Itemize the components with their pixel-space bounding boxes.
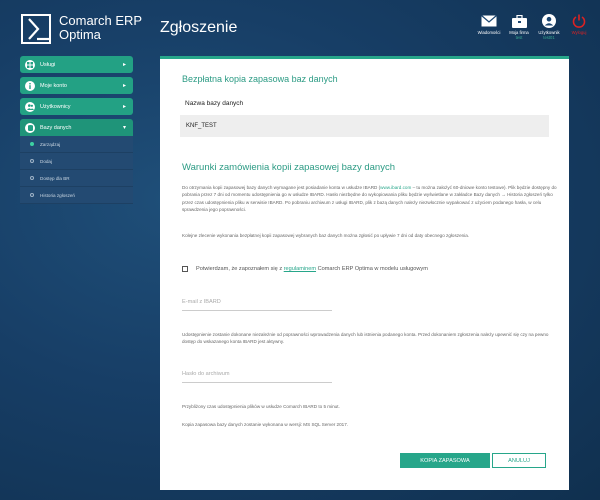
submenu-item-label: Dodaj [40,158,53,164]
submenu-item-dostep-dla-br[interactable]: Dostęp dla BR [20,170,133,187]
password-placeholder: Hasło do archiwum [182,371,230,377]
bullet-icon [30,176,34,180]
sidebar-item-label: Użytkownicy [40,103,71,110]
terms-link[interactable]: regulaminem [284,266,316,272]
company-sub: test [515,35,523,40]
backup-button[interactable]: KOPIA ZAPASOWA [400,453,490,468]
sidebar-item-label: Moje konto [40,82,67,89]
chevron-right-icon: ▸ [122,83,126,89]
sidebar: Usługi ▸ Moje konto ▸ Użytkownicy ▸ Bazy… [20,56,133,204]
cancel-button[interactable]: ANULUJ [492,453,546,468]
sidebar-submenu: Zarządzaj Dodaj Dostęp dla BR Historia z… [20,136,133,204]
submenu-item-historia[interactable]: Historia zgłoszeń [20,187,133,204]
main-panel: Bezpłatna kopia zapasowa baz danych Nazw… [160,56,569,490]
grid-icon [25,59,35,70]
section-title-conditions: Warunki zamówienia kopii zapasowej bazy … [182,162,395,173]
paragraph-version: Kopia zapasowa bazy danych zostanie wyko… [182,422,349,427]
company-button[interactable]: Moja firma test [504,12,534,40]
sidebar-item-label: Bazy danych [40,124,72,131]
submenu-item-zarzadzaj[interactable]: Zarządzaj [20,136,133,153]
paragraph-requirements: Do otrzymania kopii zapasowej bazy danyc… [182,184,557,214]
bullet-icon [30,142,34,146]
user-icon [534,12,564,30]
info-icon [25,80,35,91]
sidebar-item-bazy-danych[interactable]: Bazy danych ▾ [20,119,133,136]
section-title-backup: Bezpłatna kopia zapasowa baz danych [182,74,338,84]
password-field[interactable]: Hasło do archiwum [182,371,332,383]
submenu-item-label: Dostęp dla BR [40,175,70,181]
text: Do otrzymania kopii zapasowej bazy danyc… [182,185,381,190]
submenu-item-dodaj[interactable]: Dodaj [20,153,133,170]
power-icon [564,12,594,30]
page-title: Zgłoszenie [160,19,238,36]
brand-line1: Comarch ERP [59,13,143,28]
messages-label: Wiadomości [477,30,501,35]
user-button[interactable]: Użytkownik test01 [534,12,564,40]
table-header: Nazwa bazy danych [185,100,244,107]
terms-text-b: Comarch ERP Optima w modelu usługowym [317,266,428,272]
envelope-icon [474,12,504,30]
paragraph-disclaimer: Udostępnienie zostanie dokonane niezależ… [182,332,549,345]
brand-line2: Optima [59,27,101,42]
logout-button[interactable]: Wyloguj [564,12,594,40]
chevron-right-icon: ▸ [122,62,126,68]
terms-row: Potwierdzam, że zapoznałem się z regulam… [182,266,428,272]
logo-mark-icon [21,14,51,44]
app-logo[interactable]: Comarch ERP Optima [21,14,142,44]
email-field[interactable]: E-mail z IBARD [182,299,332,311]
sidebar-item-uzytkownicy[interactable]: Użytkownicy ▸ [20,98,133,115]
email-placeholder: E-mail z IBARD [182,299,221,305]
paragraph-time: Przybliżony czas udostępnienia plików w … [182,404,340,409]
user-sub: test01 [543,35,555,40]
submenu-item-label: Historia zgłoszeń [40,192,75,198]
briefcase-icon [504,12,534,30]
logout-label: Wyloguj [571,30,587,35]
bullet-icon [30,159,34,163]
sidebar-item-uslugi[interactable]: Usługi ▸ [20,56,133,73]
bullet-icon [30,193,34,197]
terms-checkbox[interactable] [182,266,188,272]
sidebar-item-label: Usługi [40,61,56,68]
paragraph-next-request: Kolejne zlecenie wykonania bezpłatnej ko… [182,233,470,238]
messages-button[interactable]: Wiadomości [474,12,504,40]
users-icon [25,101,35,112]
chevron-down-icon: ▾ [122,125,126,131]
sidebar-item-moje-konto[interactable]: Moje konto ▸ [20,77,133,94]
submenu-item-label: Zarządzaj [40,141,61,147]
table-row[interactable]: KNF_TEST [180,115,549,137]
terms-text-a: Potwierdzam, że zapoznałem się z [196,266,283,272]
ibard-link[interactable]: www.ibard.com [380,185,411,190]
top-actions: Wiadomości Moja firma test Użytkownik te… [474,12,594,40]
database-name: KNF_TEST [186,123,217,129]
chevron-right-icon: ▸ [122,104,126,110]
database-icon [25,122,35,133]
